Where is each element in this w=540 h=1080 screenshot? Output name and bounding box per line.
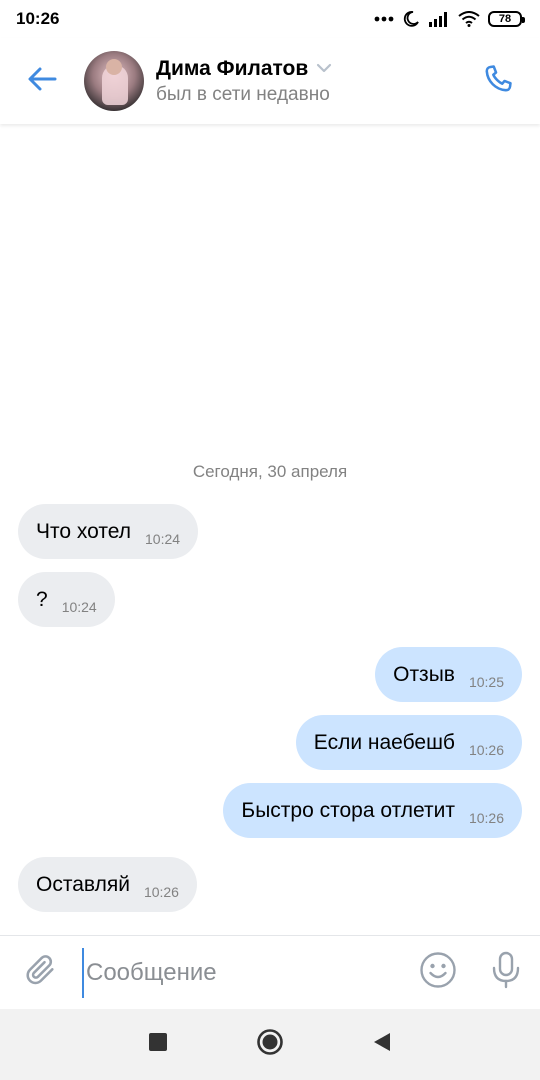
status-time: 10:26 [16, 9, 60, 28]
home-button[interactable] [214, 1009, 326, 1080]
dots-icon [374, 16, 394, 22]
message-text: Если наебешб [313, 730, 455, 754]
message-incoming[interactable]: Что хотел 10:24 [18, 504, 199, 559]
message-outgoing[interactable]: Быстро стора отлетит 10:26 [223, 783, 522, 838]
contact-name-row: Дима Филатов [156, 57, 456, 81]
message-time: 10:25 [468, 673, 504, 690]
message-text: Отзыв [393, 662, 455, 686]
attach-button[interactable] [0, 936, 82, 1010]
recents-button[interactable] [102, 1009, 214, 1080]
message-composer [0, 935, 540, 1009]
contact-info[interactable]: Дима Филатов был в сети недавно [156, 57, 456, 106]
status-icons: 78 [374, 10, 525, 28]
mic-button[interactable] [472, 936, 540, 1010]
chat-screen: 10:26 78 Дима Филатов был в сети недавно… [0, 0, 540, 1080]
call-button[interactable] [456, 38, 540, 124]
message-outgoing[interactable]: Если наебешб 10:26 [295, 715, 522, 770]
message-time: 10:24 [61, 598, 97, 615]
system-nav-bar [0, 1009, 540, 1080]
date-separator: Сегодня, 30 апреля [192, 462, 348, 481]
message-incoming[interactable]: ? 10:24 [18, 572, 115, 627]
message-time: 10:26 [468, 809, 504, 826]
message-time: 10:26 [468, 741, 504, 758]
paperclip-icon [24, 952, 58, 993]
moon-icon [402, 10, 420, 28]
back-button[interactable] [0, 38, 84, 124]
recents-square-icon [148, 1032, 168, 1057]
chat-header: Дима Филатов был в сети недавно [0, 38, 540, 124]
system-back-button[interactable] [326, 1009, 438, 1080]
arrow-left-icon [27, 66, 57, 97]
message-text: Оставляй [36, 872, 130, 896]
status-bar: 10:26 78 [0, 0, 540, 38]
back-triangle-icon [372, 1031, 392, 1058]
message-text: Что хотел [36, 519, 131, 543]
battery-icon: 78 [488, 11, 525, 27]
message-time: 10:24 [145, 530, 181, 547]
chevron-down-icon [316, 60, 332, 78]
home-circle-icon [256, 1028, 284, 1061]
message-text: ? [36, 587, 48, 611]
emoji-button[interactable] [404, 936, 472, 1010]
message-input[interactable] [82, 947, 404, 998]
message-incoming[interactable]: Оставляй 10:26 [18, 857, 197, 912]
phone-icon [481, 62, 515, 101]
smiley-icon [419, 951, 457, 994]
message-time: 10:26 [143, 883, 179, 900]
contact-name: Дима Филатов [156, 56, 309, 80]
avatar[interactable] [84, 51, 144, 111]
signal-icon [428, 11, 450, 27]
contact-status: был в сети недавно [156, 83, 330, 105]
microphone-icon [490, 951, 522, 994]
message-text: Быстро стора отлетит [241, 798, 455, 822]
message-outgoing[interactable]: Отзыв 10:25 [375, 647, 522, 702]
wifi-icon [458, 11, 480, 27]
